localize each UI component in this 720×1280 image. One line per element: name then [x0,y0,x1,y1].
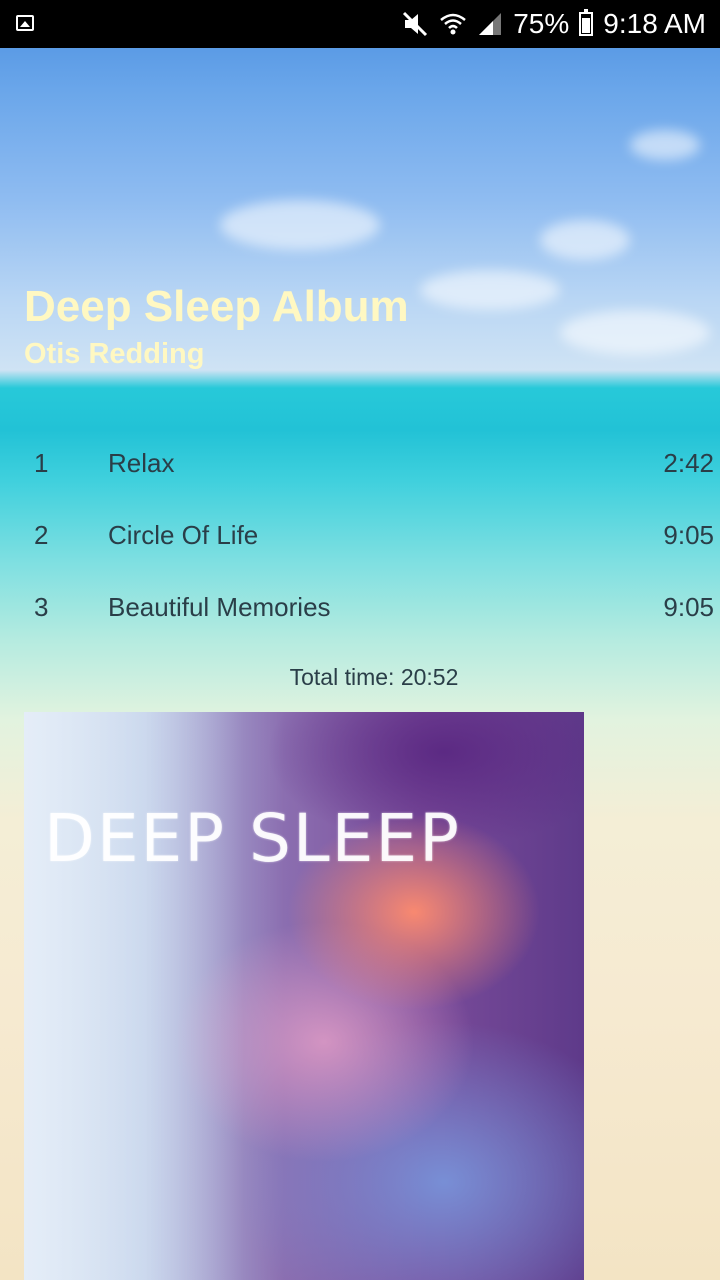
track-title: Circle Of Life [108,520,259,550]
artist-name: Otis Redding [24,338,205,370]
cover-glow [24,712,244,1280]
track-number: 3 [34,592,49,622]
status-bar: 75% 9:18 AM [0,0,720,48]
track-number: 1 [34,448,49,478]
track-title: Beautiful Memories [108,592,331,622]
cloud [220,200,380,250]
battery-percentage: 75% [513,8,570,39]
cloud [540,220,630,260]
clock: 9:18 AM [603,8,706,39]
track-duration: 2:42 [663,448,714,478]
image-notification-icon [16,15,34,31]
track-row[interactable]: 2 Circle Of Life 9:05 [0,498,720,570]
track-row[interactable]: 3 Beautiful Memories 9:05 [0,570,720,642]
cloud [560,310,710,355]
battery-icon [579,9,594,36]
track-list: 1 Relax 2:42 2 Circle Of Life 9:05 3 Bea… [0,426,720,642]
track-row[interactable]: 1 Relax 2:42 [0,426,720,498]
wifi-icon [440,13,467,35]
signal-icon [479,13,502,35]
track-duration: 9:05 [663,520,714,550]
total-time: Total time: 20:52 [289,664,459,690]
track-title: Relax [108,448,175,478]
cover-title-text: DEEP SLEEP [44,800,461,877]
cloud [630,130,700,160]
cloud [420,270,560,310]
album-title: Deep Sleep Album [24,282,409,331]
album-cover-art: DEEP SLEEP [24,712,584,1280]
track-number: 2 [34,520,49,550]
track-duration: 9:05 [663,592,714,622]
mute-icon [403,11,428,37]
